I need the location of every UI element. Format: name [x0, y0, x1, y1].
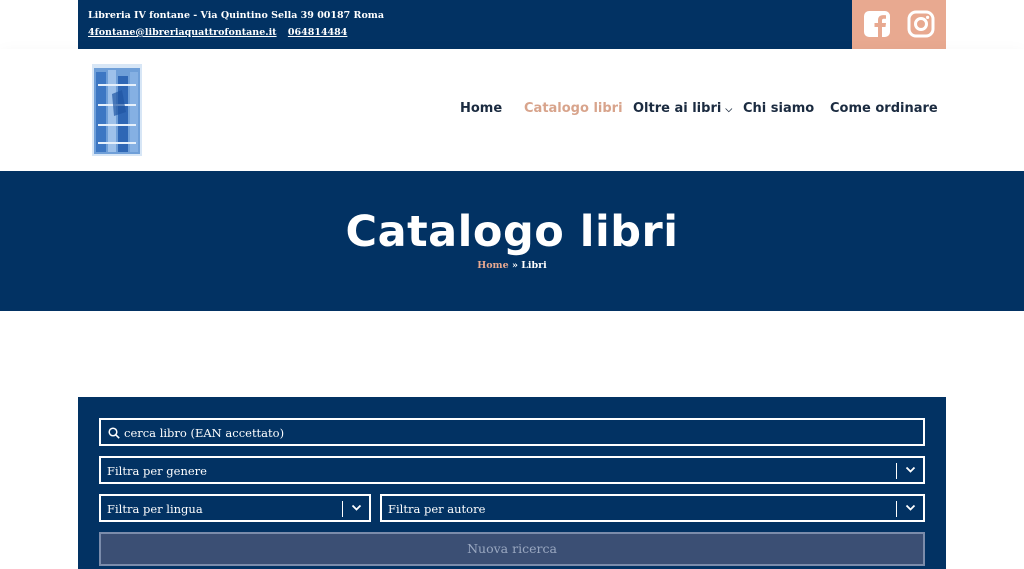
- search-icon: [108, 427, 120, 439]
- search-placeholder: cerca libro (EAN accettato): [124, 426, 285, 440]
- author-filter-select[interactable]: Filtra per autore: [380, 494, 925, 522]
- nav-oltre-label: Oltre ai libri: [633, 101, 722, 116]
- search-panel: cerca libro (EAN accettato) Filtra per g…: [78, 397, 946, 569]
- page-hero: Catalogo libri Home » Libri: [0, 171, 1024, 311]
- chevron-down-icon: [351, 504, 362, 511]
- chevron-down-icon: [905, 466, 916, 473]
- genre-filter-label: Filtra per genere: [107, 464, 207, 478]
- chevron-down-icon: [905, 504, 916, 511]
- language-filter-label: Filtra per lingua: [107, 502, 203, 516]
- breadcrumb-separator: »: [511, 260, 518, 271]
- nav-oltre-ai-libri[interactable]: Oltre ai libri ⌵: [633, 101, 732, 116]
- email-link[interactable]: 4fontane@libreriaquattrofontane.it: [88, 27, 277, 38]
- phone-link[interactable]: 064814484: [288, 27, 348, 38]
- author-filter-label: Filtra per autore: [388, 502, 486, 516]
- select-divider: [896, 501, 897, 517]
- breadcrumb-current: Libri: [521, 260, 547, 271]
- facebook-icon[interactable]: [863, 10, 891, 38]
- social-links: [852, 0, 946, 49]
- select-divider: [896, 463, 897, 479]
- instagram-icon[interactable]: [907, 10, 935, 38]
- page-title: Catalogo libri: [345, 207, 679, 257]
- language-filter-select[interactable]: Filtra per lingua: [99, 494, 371, 522]
- main-nav: Home Catalogo libri Oltre ai libri ⌵ Chi …: [0, 101, 1024, 121]
- nav-catalogo-libri[interactable]: Catalogo libri: [524, 101, 623, 116]
- new-search-button[interactable]: Nuova ricerca: [99, 532, 925, 566]
- nav-chi-siamo[interactable]: Chi siamo: [743, 101, 814, 116]
- select-divider: [342, 501, 343, 517]
- nav-come-ordinare[interactable]: Come ordinare: [830, 101, 938, 116]
- site-header: Home Catalogo libri Oltre ai libri ⌵ Chi …: [0, 49, 1024, 171]
- store-address: Libreria IV fontane - Via Quintino Sella…: [88, 10, 384, 21]
- contacts: 4fontane@libreriaquattrofontane.it 06481…: [88, 27, 355, 38]
- top-bar: Libreria IV fontane - Via Quintino Sella…: [78, 0, 946, 49]
- nav-home[interactable]: Home: [460, 101, 502, 116]
- breadcrumb-home[interactable]: Home: [477, 260, 508, 271]
- breadcrumb: Home » Libri: [0, 260, 1024, 271]
- genre-filter-select[interactable]: Filtra per genere: [99, 456, 925, 484]
- chevron-down-icon: ⌵: [725, 105, 733, 115]
- search-input[interactable]: cerca libro (EAN accettato): [99, 418, 925, 446]
